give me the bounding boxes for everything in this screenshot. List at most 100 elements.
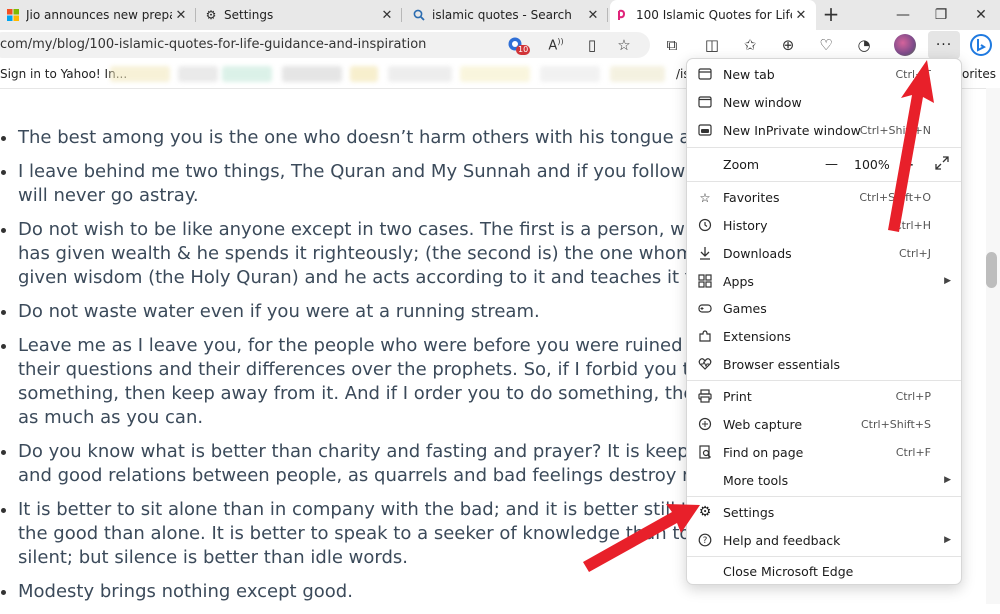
blurred-favorite[interactable]: [460, 66, 530, 82]
quote-line: their questions and their differences ov…: [18, 359, 729, 380]
quote-list: The best among you is the one who doesn’…: [0, 126, 782, 604]
menu-item-extensions[interactable]: Extensions: [687, 322, 961, 350]
close-icon[interactable]: ✕: [792, 8, 810, 23]
menu-item-close-microsoft-edge[interactable]: Close Microsoft Edge: [687, 557, 961, 584]
menu-item-browser-essentials[interactable]: Browser essentials: [687, 350, 961, 378]
favorite-this-page-button[interactable]: ☆: [612, 33, 636, 57]
profile-avatar[interactable]: [894, 34, 916, 56]
submenu-arrow-icon: ▶: [944, 276, 951, 286]
gear-icon: ⚙: [698, 504, 712, 520]
submenu-arrow-icon: ▶: [944, 475, 951, 485]
menu-item-label: Downloads: [723, 245, 792, 261]
window-close-button[interactable]: ✕: [960, 0, 1000, 30]
quote-line: and good relations between people, as qu…: [18, 465, 767, 486]
quote-line: as much as you can.: [18, 407, 204, 428]
gear-icon: ⚙: [205, 8, 217, 22]
close-icon[interactable]: ✕: [378, 8, 396, 23]
blurred-favorite[interactable]: [540, 66, 600, 82]
blurred-favorite[interactable]: [388, 66, 452, 82]
blurred-favorite[interactable]: [110, 66, 170, 82]
favorite-yahoo-signin[interactable]: Sign in to Yahoo! In...: [0, 60, 127, 88]
menu-item-web-capture[interactable]: Web capture Ctrl+Shift+S: [687, 410, 961, 438]
menu-item-shortcut: Ctrl+P: [895, 389, 931, 403]
menu-item-shortcut: Ctrl+J: [898, 246, 931, 260]
print-icon: [696, 387, 714, 405]
settings-and-more-button[interactable]: ···: [928, 31, 960, 59]
menu-item-label: Print: [723, 388, 752, 404]
puzzle-icon: ⧉: [666, 36, 678, 54]
tab-islamic-quotes[interactable]: 100 Islamic Quotes for Life Guid ✕: [610, 0, 816, 30]
menu-item-label: Extensions: [723, 328, 791, 344]
menu-item-favorites[interactable]: ☆ Favorites Ctrl+Shift+O: [687, 183, 961, 211]
camera-icon: ◔: [857, 36, 871, 54]
other-favorites[interactable]: orites: [962, 60, 996, 88]
quote-line: something, then keep away from it. And i…: [18, 383, 775, 404]
menu-item-label: New tab: [723, 66, 775, 82]
menu-item-games[interactable]: Games: [687, 294, 961, 322]
find-icon: [696, 443, 714, 461]
read-aloud-icon: A)): [548, 36, 564, 54]
blurred-favorite[interactable]: [222, 66, 272, 82]
menu-item-label: New InPrivate window: [723, 122, 861, 138]
browser-essentials-button[interactable]: ♡: [814, 33, 838, 57]
close-icon[interactable]: ✕: [584, 8, 602, 23]
menu-item-label: Find on page: [723, 444, 804, 460]
tab-search[interactable]: islamic quotes - Search ✕: [406, 0, 608, 30]
minimize-button[interactable]: —: [882, 0, 924, 30]
quote-line: will never go astray.: [18, 185, 199, 206]
svg-text:?: ?: [703, 536, 708, 546]
extensions-button[interactable]: ⧉: [660, 33, 684, 57]
blurred-favorite[interactable]: [350, 66, 378, 82]
tracking-prevention-button[interactable]: 10: [504, 33, 531, 57]
bing-copilot-button[interactable]: [968, 32, 994, 58]
menu-item-label: Favorites: [723, 189, 780, 205]
menu-item-label: Games: [723, 300, 767, 316]
menu-item-apps[interactable]: Apps ▶: [687, 267, 961, 295]
microsoft-logo-icon: [6, 8, 20, 22]
immersive-reader-icon: ▯: [587, 36, 597, 54]
menu-separator: [687, 181, 961, 182]
scrollbar-thumb[interactable]: [986, 252, 997, 288]
menu-item-label: History: [723, 217, 768, 233]
read-aloud-button[interactable]: A)): [544, 33, 568, 57]
immersive-reader-button[interactable]: ▯: [580, 33, 604, 57]
menu-item-downloads[interactable]: Downloads Ctrl+J: [687, 239, 961, 267]
menu-item-new-inprivate-window[interactable]: New InPrivate window Ctrl+Shift+N: [687, 116, 961, 144]
tab-jio-news[interactable]: Jio announces new prepaid plans ✕: [0, 0, 196, 30]
blurred-favorite[interactable]: [178, 66, 218, 82]
web-capture-button[interactable]: ◔: [852, 33, 876, 57]
zoom-out-button[interactable]: —: [825, 157, 838, 172]
menu-item-help-and-feedback[interactable]: ? Help and feedback ▶: [687, 526, 961, 554]
new-tab-button[interactable]: +: [820, 4, 842, 26]
favorites-button[interactable]: ✩: [738, 33, 762, 57]
quote-line: given wisdom (the Holy Quran) and he act…: [18, 267, 772, 288]
quote-item: Do not wish to be like anyone except in …: [18, 218, 782, 290]
menu-item-settings[interactable]: ⚙ Settings: [687, 498, 961, 526]
split-screen-button[interactable]: ◫: [700, 33, 724, 57]
menu-item-history[interactable]: History Ctrl+H: [687, 211, 961, 239]
menu-item-label: Close Microsoft Edge: [723, 563, 854, 579]
fullscreen-expand-icon[interactable]: [935, 155, 949, 173]
menu-item-find-on-page[interactable]: Find on page Ctrl+F: [687, 438, 961, 466]
blurred-favorite[interactable]: [282, 66, 342, 82]
quote-item: Leave me as I leave you, for the people …: [18, 334, 775, 430]
menu-item-more-tools[interactable]: More tools ▶: [687, 466, 961, 494]
search-icon: [412, 8, 426, 22]
menu-item-print[interactable]: Print Ctrl+P: [687, 382, 961, 410]
close-icon[interactable]: ✕: [172, 8, 190, 23]
scrollbar-track[interactable]: [986, 88, 1000, 604]
help-icon: ?: [696, 531, 714, 549]
maximize-button[interactable]: ❐: [920, 0, 962, 30]
tab-settings[interactable]: ⚙ Settings ✕: [198, 0, 402, 30]
menu-item-new-tab[interactable]: New tab Ctrl+T: [687, 60, 961, 88]
menu-separator: [687, 147, 961, 148]
address-bar-row: com/my/blog/100-islamic-quotes-for-life-…: [0, 30, 1000, 60]
zoom-in-button[interactable]: +: [901, 155, 914, 174]
blurred-favorite[interactable]: [610, 66, 665, 82]
split-screen-icon: ◫: [704, 36, 720, 54]
pink-heart-logo-icon: [616, 8, 630, 22]
menu-item-new-window[interactable]: New window: [687, 88, 961, 116]
collections-button[interactable]: ⊕: [776, 33, 800, 57]
url-text[interactable]: com/my/blog/100-islamic-quotes-for-life-…: [0, 32, 426, 58]
menu-item-shortcut: Ctrl+F: [895, 445, 931, 459]
